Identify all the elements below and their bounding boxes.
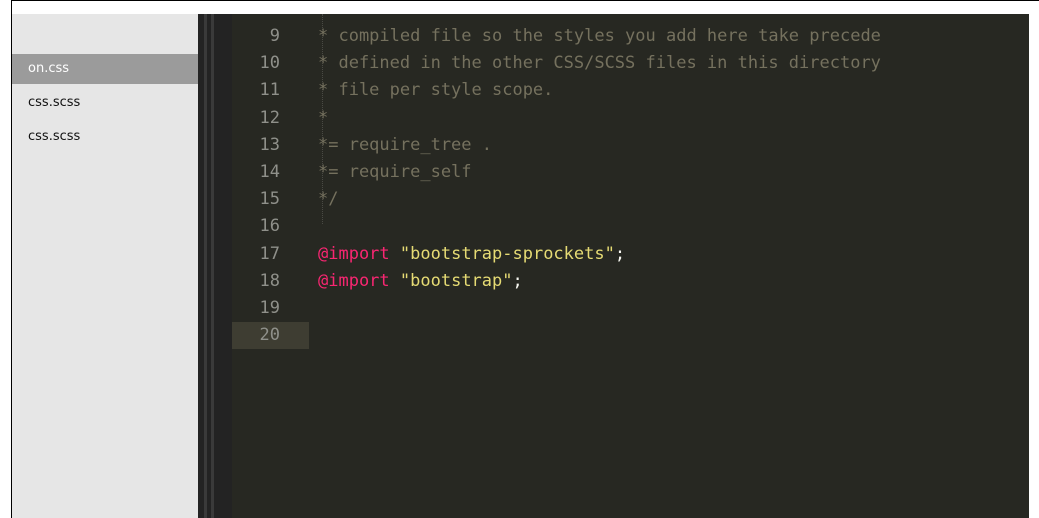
line-code: @import "bootstrap"; <box>318 268 523 295</box>
window-frame-top <box>11 0 1039 1</box>
line-code: * <box>318 105 328 132</box>
line-number: 18 <box>259 270 280 291</box>
line-number: 12 <box>259 107 280 128</box>
keyword-token: @import <box>318 270 390 291</box>
code-line[interactable]: 13 *= require_tree . <box>232 132 1029 159</box>
line-number: 17 <box>259 243 280 264</box>
line-number: 19 <box>259 298 280 318</box>
file-sidebar: on.css css.scss css.scss <box>12 14 198 518</box>
code-token: ; <box>512 270 523 291</box>
code-line[interactable]: 20 <box>232 322 1029 350</box>
code-line[interactable]: 11 * file per style scope. <box>232 77 1029 104</box>
comment-token: *= require_tree . <box>318 134 492 155</box>
line-number: 15 <box>259 189 280 210</box>
code-line[interactable]: 18 @import "bootstrap"; <box>232 268 1029 295</box>
line-number: 10 <box>259 53 280 74</box>
code-line[interactable]: 9 * compiled file so the styles you add h… <box>232 23 1029 50</box>
code-line[interactable]: 10 * defined in the other CSS/SCSS files … <box>232 50 1029 77</box>
comment-token: * file per style scope. <box>318 80 554 101</box>
line-code: @import "bootstrap-sprockets"; <box>318 241 625 268</box>
code-line[interactable]: 16 <box>232 213 1029 240</box>
pane-divider[interactable] <box>198 14 232 518</box>
line-code: * file per style scope. <box>318 77 553 104</box>
code-token: ; <box>614 243 626 264</box>
string-token: "bootstrap" <box>399 270 513 291</box>
code-line[interactable]: 15 */ <box>232 186 1029 213</box>
comment-token: * compiled file so the styles you add he… <box>318 26 881 46</box>
code-line[interactable]: 14 *= require_self <box>232 159 1029 186</box>
line-number: 16 <box>259 216 280 237</box>
line-code: *= require_self <box>318 159 472 186</box>
code-editor[interactable]: 9 * compiled file so the styles you add h… <box>232 14 1029 518</box>
code-line[interactable]: 12 * <box>232 105 1029 132</box>
window-edge <box>1029 14 1039 518</box>
line-number: 14 <box>259 162 280 182</box>
string-token: "bootstrap-sprockets" <box>399 243 615 264</box>
line-number: 20 <box>259 325 280 346</box>
comment-token: */ <box>318 189 339 210</box>
keyword-token: @import <box>318 243 390 264</box>
line-code: * defined in the other CSS/SCSS files in… <box>318 50 881 77</box>
comment-token: *= require_self <box>318 162 472 182</box>
line-number: 11 <box>259 80 280 101</box>
line-code: */ <box>318 186 338 213</box>
line-code: * compiled file so the styles you add he… <box>318 23 881 50</box>
line-number: 9 <box>269 26 280 46</box>
pane-divider-handle <box>204 14 207 518</box>
line-code: *= require_tree . <box>318 132 492 159</box>
pane-divider-handle <box>211 14 214 518</box>
sidebar-file-item[interactable]: css.scss <box>12 88 198 118</box>
code-line[interactable]: 19 <box>232 295 1029 322</box>
line-number: 13 <box>259 134 280 155</box>
sidebar-file-item[interactable]: css.scss <box>12 122 198 152</box>
code-line[interactable]: 17 @import "bootstrap-sprockets"; <box>232 241 1029 268</box>
comment-token: * <box>318 107 329 128</box>
sidebar-file-item-application-css[interactable]: on.css <box>12 54 198 84</box>
comment-token: * defined in the other CSS/SCSS files in… <box>318 53 881 74</box>
